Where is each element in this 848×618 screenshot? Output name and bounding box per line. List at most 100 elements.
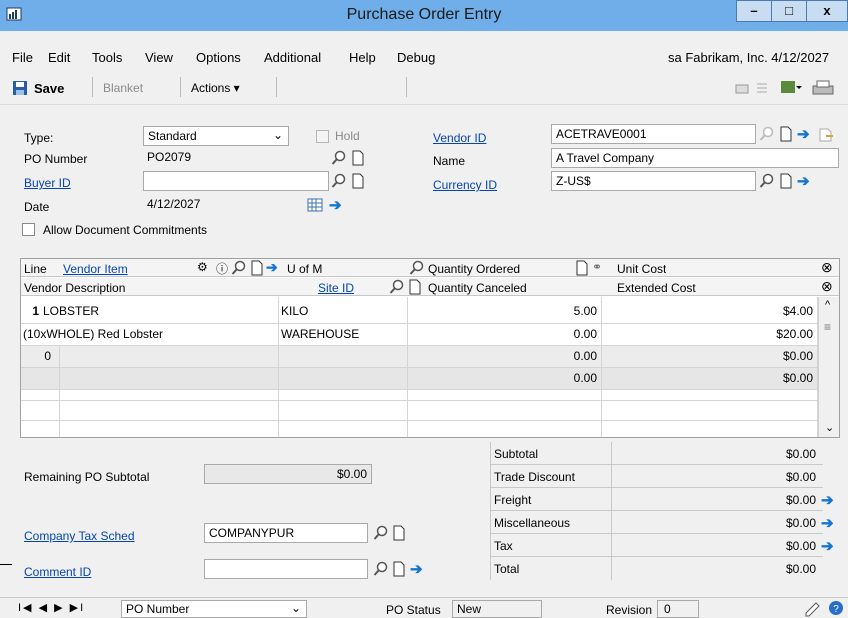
item-detail-icon[interactable]: ⚙ — [197, 260, 208, 274]
company-tax-sched-field[interactable]: COMPANYPUR — [204, 523, 368, 543]
save-button[interactable]: Save — [34, 81, 64, 96]
lookup-icon[interactable] — [373, 525, 389, 541]
allow-commitments-checkbox[interactable] — [22, 223, 35, 236]
new-document-icon[interactable] — [249, 260, 265, 276]
company-tax-sched-link[interactable]: Company Tax Sched — [24, 529, 135, 543]
row-2-qty[interactable]: 0.00 — [409, 349, 597, 363]
freight-value[interactable]: $0.00 — [612, 493, 816, 507]
info-icon[interactable]: ⓘ — [216, 260, 228, 277]
expand-down-icon[interactable]: ⊗ — [821, 278, 833, 295]
po-number-field[interactable]: PO2079 — [143, 148, 329, 168]
expand-arrow-icon[interactable]: ➔ — [797, 125, 813, 143]
grid-header-site-id[interactable]: Site ID — [318, 281, 354, 295]
expand-arrow-icon[interactable]: ➔ — [797, 172, 813, 190]
options-icon[interactable] — [780, 79, 802, 95]
row-2-extended-cost[interactable]: $0.00 — [603, 371, 813, 385]
list-icon[interactable] — [754, 80, 770, 96]
row-1-qty[interactable]: 5.00 — [409, 304, 597, 318]
help-icon[interactable]: ? — [828, 600, 844, 616]
buyer-id-link[interactable]: Buyer ID — [24, 176, 71, 190]
menu-file[interactable]: File — [12, 50, 33, 65]
new-document-icon[interactable] — [350, 173, 366, 189]
menu-additional[interactable]: Additional — [264, 50, 321, 65]
minimize-button[interactable]: – — [736, 0, 772, 22]
row-2-line[interactable]: 0 — [21, 349, 51, 363]
row-1-line[interactable]: 1 — [21, 304, 39, 318]
hold-checkbox[interactable] — [316, 130, 329, 143]
miscellaneous-value[interactable]: $0.00 — [612, 516, 816, 530]
expand-arrow-icon[interactable]: ➔ — [821, 491, 837, 509]
link-icon[interactable]: ⚭ — [592, 260, 602, 274]
currency-id-link[interactable]: Currency ID — [433, 178, 497, 192]
new-document-icon[interactable] — [391, 561, 407, 577]
new-document-icon[interactable] — [391, 525, 407, 541]
new-document-icon[interactable] — [778, 126, 794, 142]
lookup-icon[interactable] — [231, 260, 247, 276]
vendor-id-field[interactable]: ACETRAVE0001 — [551, 124, 756, 144]
new-document-icon[interactable] — [574, 260, 590, 276]
lookup-icon[interactable] — [331, 173, 347, 189]
lookup-icon[interactable] — [389, 279, 405, 295]
currency-id-field[interactable]: Z-US$ — [551, 171, 756, 191]
scroll-thumb[interactable]: ≡ — [824, 320, 831, 334]
menu-help[interactable]: Help — [349, 50, 376, 65]
menu-options[interactable]: Options — [196, 50, 241, 65]
grid-scrollbar[interactable]: ^ ≡ ⌄ — [818, 297, 839, 437]
lookup-icon[interactable] — [759, 126, 775, 142]
type-select[interactable]: Standard ⌄ — [143, 126, 289, 146]
grid-line — [59, 345, 60, 437]
menu-view[interactable]: View — [145, 50, 173, 65]
menu-tools[interactable]: Tools — [92, 50, 122, 65]
new-document-icon[interactable] — [407, 279, 423, 295]
new-document-icon[interactable] — [778, 173, 794, 189]
vendor-id-link[interactable]: Vendor ID — [433, 131, 486, 145]
totals-divider — [491, 464, 823, 465]
grid-header-vendor-item[interactable]: Vendor Item — [63, 262, 128, 276]
row-1-site[interactable]: WAREHOUSE — [281, 327, 359, 341]
subtotal-value: $0.00 — [785, 447, 816, 461]
actions-button[interactable]: Actions ▾ — [191, 81, 240, 95]
row-1-item[interactable]: LOBSTER — [43, 304, 99, 318]
expand-arrow-icon[interactable]: ➔ — [821, 514, 837, 532]
menu-debug[interactable]: Debug — [397, 50, 435, 65]
close-button[interactable]: x — [806, 0, 848, 22]
row-1-cost[interactable]: $4.00 — [603, 304, 813, 318]
lookup-icon[interactable] — [409, 260, 425, 276]
row-2-qty-canceled[interactable]: 0.00 — [409, 371, 597, 385]
comment-id-link[interactable]: Comment ID — [24, 565, 91, 579]
expand-arrow-icon[interactable]: ➔ — [266, 259, 278, 276]
trade-discount-value[interactable]: $0.00 — [612, 470, 816, 484]
row-1-qty-canceled[interactable]: 0.00 — [409, 327, 597, 341]
row-1-uofm[interactable]: KILO — [281, 304, 308, 318]
blanket-button[interactable]: Blanket — [103, 81, 143, 95]
printer-icon[interactable] — [810, 78, 836, 98]
toolbar-separator — [276, 77, 277, 97]
po-status-field: New — [452, 600, 542, 618]
new-document-icon[interactable] — [350, 150, 366, 166]
date-field[interactable]: 4/12/2027 — [143, 195, 329, 215]
scroll-up-icon[interactable]: ^ — [825, 299, 830, 311]
tax-value[interactable]: $0.00 — [612, 539, 816, 553]
lookup-icon[interactable] — [373, 561, 389, 577]
record-navigation-icon[interactable]: I◀ ◀ ▶ ▶I — [18, 601, 85, 614]
vendor-name-field[interactable]: A Travel Company — [551, 148, 839, 168]
calendar-icon[interactable] — [307, 197, 323, 213]
row-2-cost[interactable]: $0.00 — [603, 349, 813, 363]
expand-arrow-icon[interactable]: ➔ — [821, 537, 837, 555]
note-icon[interactable] — [804, 601, 820, 617]
vendor-detail-icon[interactable] — [818, 126, 834, 142]
expand-arrow-icon[interactable]: ➔ — [329, 196, 345, 214]
menu-edit[interactable]: Edit — [48, 50, 70, 65]
collapse-up-icon[interactable]: ⊗ — [821, 259, 833, 276]
scroll-down-icon[interactable]: ⌄ — [825, 421, 834, 434]
print-preview-icon[interactable] — [734, 80, 750, 96]
lookup-icon[interactable] — [759, 173, 775, 189]
lookup-icon[interactable] — [331, 150, 347, 166]
expand-arrow-icon[interactable]: ➔ — [410, 560, 426, 578]
row-1-description[interactable]: (10xWHOLE) Red Lobster — [23, 327, 163, 341]
comment-id-field[interactable] — [204, 559, 368, 579]
buyer-id-field[interactable] — [143, 171, 329, 191]
row-1-extended-cost[interactable]: $20.00 — [603, 327, 813, 341]
sort-order-select[interactable]: PO Number ⌄ — [121, 600, 307, 618]
maximize-button[interactable]: □ — [771, 0, 807, 22]
